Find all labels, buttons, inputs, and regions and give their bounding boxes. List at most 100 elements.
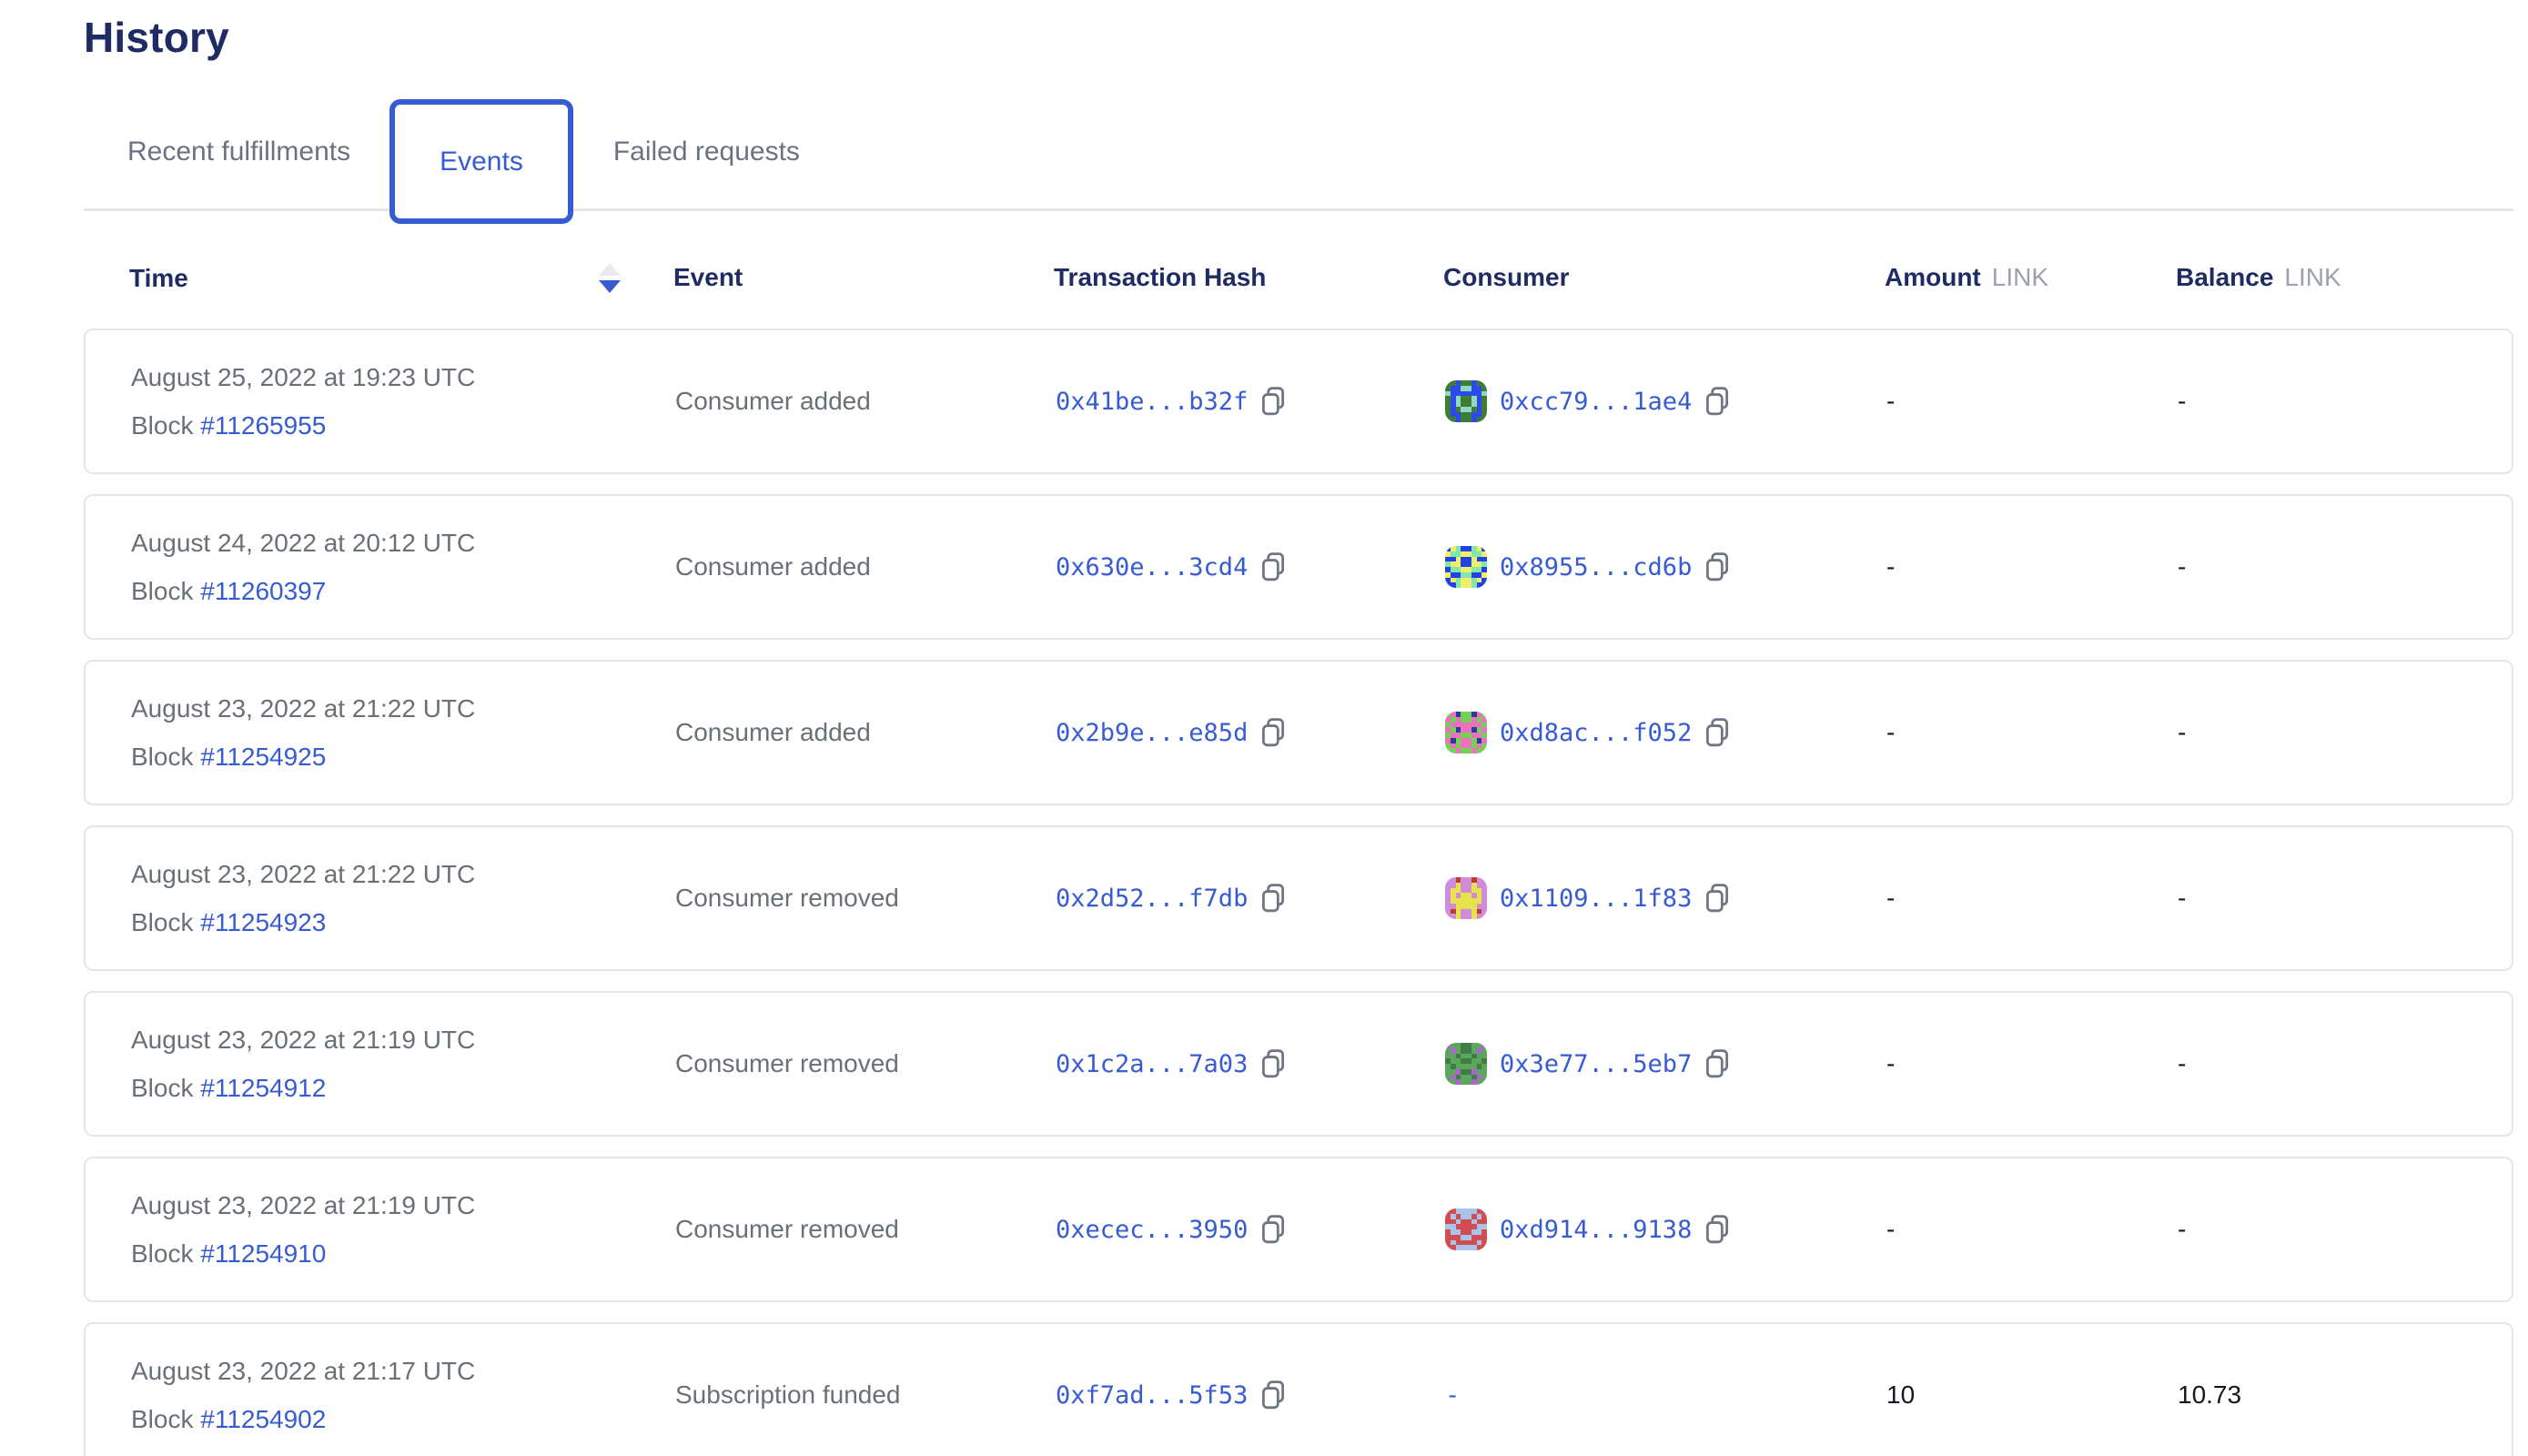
amount-cell: 10 [1886,1380,2178,1410]
row-timestamp: August 25, 2022 at 19:23 UTC [131,363,675,392]
page-title: History [84,13,2513,62]
consumer-identicon [1445,1043,1487,1085]
amount-cell: - [1886,387,2178,416]
time-cell: August 24, 2022 at 20:12 UTC Block #1126… [131,529,675,606]
time-cell: August 23, 2022 at 21:22 UTC Block #1125… [131,860,675,937]
row-timestamp: August 24, 2022 at 20:12 UTC [131,529,675,558]
tx-hash-cell: 0x2d52...f7db [1056,883,1445,914]
column-header-event: Event [673,263,1054,293]
consumer-cell: 0x8955...cd6b [1445,546,1886,588]
consumer-cell: 0xd914...9138 [1445,1208,1886,1250]
consumer-identicon [1445,877,1487,919]
table-row: August 24, 2022 at 20:12 UTC Block #1126… [84,494,2513,640]
balance-cell: - [2178,884,2512,913]
tx-hash-cell: 0xf7ad...5f53 [1056,1380,1445,1410]
copy-icon[interactable] [1260,717,1286,748]
tx-hash-link[interactable]: 0x630e...3cd4 [1056,553,1248,581]
block-label: Block [131,908,193,936]
table-row: August 23, 2022 at 21:19 UTC Block #1125… [84,991,2513,1137]
consumer-address-link[interactable]: 0x3e77...5eb7 [1500,1050,1692,1078]
column-header-consumer: Consumer [1443,263,1885,293]
copy-icon[interactable] [1704,717,1730,748]
consumer-address-link[interactable]: 0xd8ac...f052 [1500,719,1692,747]
copy-icon[interactable] [1260,883,1286,914]
tx-hash-link[interactable]: 0x2b9e...e85d [1056,719,1248,747]
amount-cell: - [1886,884,2178,913]
block-number-link[interactable]: #11254910 [200,1239,326,1268]
balance-unit-label: LINK [2284,263,2341,291]
sort-asc-icon [599,263,621,276]
tab-failed-requests[interactable]: Failed requests [613,93,800,211]
block-line: Block #11265955 [131,411,675,440]
event-cell: Subscription funded [675,1380,1056,1410]
time-cell: August 23, 2022 at 21:17 UTC Block #1125… [131,1357,675,1434]
consumer-address-link: - [1445,1381,1460,1410]
tx-hash-link[interactable]: 0xecec...3950 [1056,1216,1248,1244]
table-row: August 23, 2022 at 21:22 UTC Block #1125… [84,660,2513,805]
tx-hash-cell: 0x1c2a...7a03 [1056,1048,1445,1079]
event-cell: Consumer added [675,387,1056,416]
block-number-link[interactable]: #11265955 [200,411,326,440]
consumer-address-link[interactable]: 0x1109...1f83 [1500,885,1692,913]
consumer-cell: 0xd8ac...f052 [1445,712,1886,753]
table-row: August 23, 2022 at 21:22 UTC Block #1125… [84,825,2513,971]
copy-icon[interactable] [1260,1380,1286,1410]
block-number-link[interactable]: #11254925 [200,743,326,771]
consumer-identicon [1445,546,1487,588]
consumer-cell: 0x3e77...5eb7 [1445,1043,1886,1085]
block-label: Block [131,743,193,771]
tx-hash-link[interactable]: 0x2d52...f7db [1056,885,1248,913]
tx-hash-link[interactable]: 0xf7ad...5f53 [1056,1381,1248,1410]
consumer-address-link[interactable]: 0x8955...cd6b [1500,553,1692,581]
event-cell: Consumer removed [675,1049,1056,1078]
block-line: Block #11254902 [131,1405,675,1434]
sort-toggle-icon[interactable] [599,263,621,293]
block-line: Block #11260397 [131,577,675,606]
balance-cell: - [2178,387,2512,416]
balance-cell: 10.73 [2178,1380,2512,1410]
amount-cell: - [1886,1049,2178,1078]
consumer-address-link[interactable]: 0xd914...9138 [1500,1216,1692,1244]
consumer-identicon [1445,1208,1487,1250]
table-body: August 25, 2022 at 19:23 UTC Block #1126… [84,329,2513,1456]
column-header-time: Time [129,263,673,293]
balance-header-label: Balance [2176,263,2273,291]
column-header-amount: AmountLINK [1885,263,2176,293]
event-cell: Consumer removed [675,1215,1056,1244]
event-cell: Consumer added [675,552,1056,581]
consumer-identicon [1445,712,1487,753]
copy-icon[interactable] [1704,883,1730,914]
time-cell: August 23, 2022 at 21:19 UTC Block #1125… [131,1026,675,1103]
balance-cell: - [2178,552,2512,581]
tab-events[interactable]: Events [389,99,573,224]
table-header: Time Event Transaction Hash Consumer Amo… [84,263,2513,293]
consumer-cell: 0xcc79...1ae4 [1445,380,1886,422]
block-label: Block [131,1074,193,1102]
column-header-transaction-hash: Transaction Hash [1054,263,1443,293]
block-number-link[interactable]: #11254923 [200,908,326,936]
row-timestamp: August 23, 2022 at 21:22 UTC [131,694,675,723]
copy-icon[interactable] [1704,1214,1730,1245]
copy-icon[interactable] [1260,1048,1286,1079]
copy-icon[interactable] [1704,551,1730,582]
block-number-link[interactable]: #11254902 [200,1405,326,1433]
time-cell: August 25, 2022 at 19:23 UTC Block #1126… [131,363,675,440]
tx-hash-cell: 0xecec...3950 [1056,1214,1445,1245]
event-cell: Consumer removed [675,884,1056,913]
amount-unit-label: LINK [1992,263,2048,291]
history-page: History Recent fulfillments Events Faile… [0,0,2528,1456]
copy-icon[interactable] [1704,1048,1730,1079]
amount-cell: - [1886,1215,2178,1244]
block-label: Block [131,577,193,605]
consumer-address-link[interactable]: 0xcc79...1ae4 [1500,388,1692,416]
copy-icon[interactable] [1260,1214,1286,1245]
block-number-link[interactable]: #11254912 [200,1074,326,1102]
block-number-link[interactable]: #11260397 [200,577,326,605]
block-label: Block [131,411,193,440]
copy-icon[interactable] [1704,386,1730,417]
tx-hash-link[interactable]: 0x1c2a...7a03 [1056,1050,1248,1078]
tx-hash-link[interactable]: 0x41be...b32f [1056,388,1248,416]
tab-recent-fulfillments[interactable]: Recent fulfillments [127,93,350,211]
copy-icon[interactable] [1260,551,1286,582]
copy-icon[interactable] [1260,386,1286,417]
